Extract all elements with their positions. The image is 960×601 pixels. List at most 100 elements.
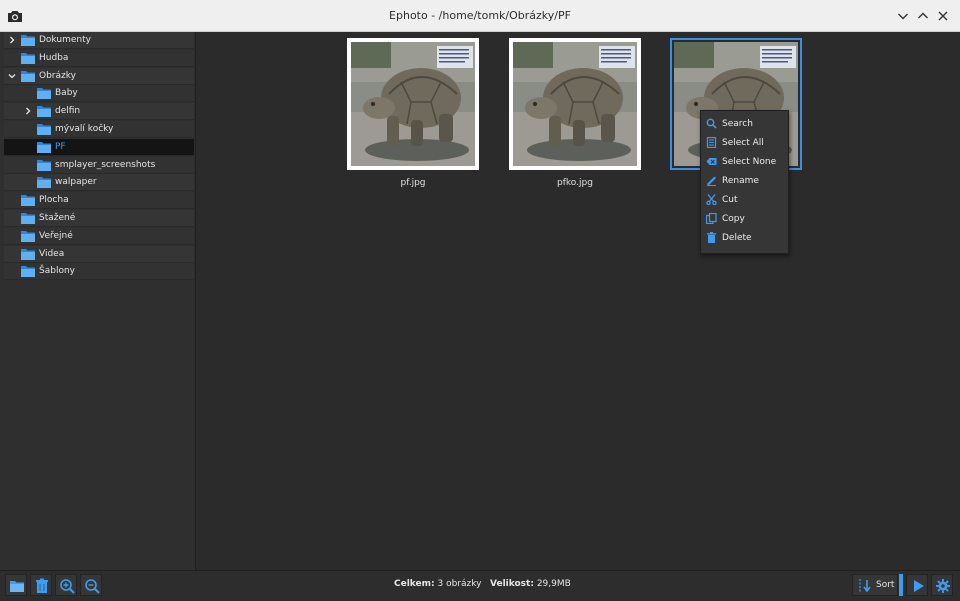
chevron-right-icon[interactable]	[8, 36, 16, 44]
bottom-toolbar: Celkem: 3 obrázky Velikost: 29,9MB Sort	[0, 570, 960, 601]
context-menu-item-copy[interactable]: Copy	[702, 209, 788, 228]
sidebar-item-plocha[interactable]: Plocha	[4, 192, 194, 210]
sidebar-item-videa[interactable]: Videa	[4, 245, 194, 263]
folder-icon	[37, 177, 51, 189]
copy-icon	[706, 213, 717, 224]
status-size-label: Velikost:	[490, 579, 534, 589]
sidebar-item-obrázky[interactable]: Obrázky	[4, 67, 194, 85]
open-folder-icon	[10, 581, 24, 592]
sidebar-item-mývalí-kočky[interactable]: mývalí kočky	[4, 121, 194, 138]
sort-label: Sort	[876, 580, 895, 590]
context-menu-label: Copy	[722, 214, 745, 224]
chevron-right-icon[interactable]	[24, 107, 32, 115]
maximize-button[interactable]	[915, 8, 931, 24]
thumbnail-caption: pf.jpg	[400, 178, 426, 188]
open-folder-button[interactable]	[5, 574, 27, 596]
status-total-label: Celkem:	[394, 579, 435, 589]
sidebar-item-label: Stažené	[39, 213, 76, 223]
context-menu: Search Select All Select None Rename Cut…	[700, 110, 789, 254]
select-all-icon	[706, 137, 717, 148]
context-menu-label: Cut	[722, 195, 738, 205]
sidebar-item-baby[interactable]: Baby	[4, 85, 194, 103]
zoom-in-button[interactable]	[55, 574, 77, 596]
sidebar-item-label: Baby	[55, 88, 78, 99]
folder-icon	[21, 70, 35, 82]
sidebar-item-šablony[interactable]: Šablony	[4, 263, 194, 281]
zoom-out-icon	[85, 579, 100, 594]
thumbnail-frame[interactable]	[347, 38, 479, 170]
close-button[interactable]	[935, 8, 951, 24]
toolbar-separator	[899, 574, 903, 596]
zoom-out-button[interactable]	[80, 574, 102, 596]
context-menu-label: Delete	[722, 233, 752, 243]
context-menu-label: Select None	[722, 157, 777, 167]
folder-icon	[21, 195, 35, 207]
status-total-value: 3 obrázky	[437, 579, 482, 589]
settings-button[interactable]	[931, 574, 953, 596]
sidebar-item-dokumenty[interactable]: Dokumenty	[4, 32, 194, 49]
sidebar-item-pf[interactable]: PF	[4, 138, 194, 156]
rename-icon	[707, 176, 716, 186]
tortoise-statue-image	[351, 42, 475, 166]
sidebar-item-delfin[interactable]: delfin	[4, 103, 194, 121]
status-size-value: 29,9MB	[536, 579, 571, 589]
sidebar-item-label: Hudba	[39, 52, 69, 63]
chevron-down-icon	[898, 13, 908, 20]
context-menu-label: Search	[722, 119, 753, 129]
zoom-in-icon	[60, 579, 75, 594]
tortoise-statue-image	[513, 42, 637, 166]
folder-icon	[21, 35, 35, 46]
context-menu-label: Rename	[722, 176, 759, 186]
sidebar-item-label: smplayer_screenshots	[55, 159, 156, 170]
folder-icon	[21, 230, 35, 242]
sidebar-item-label: walpaper	[55, 177, 97, 188]
folder-icon	[37, 159, 51, 171]
thumbnail-item[interactable]: pfko.jpg	[509, 38, 641, 188]
folder-icon	[21, 266, 35, 278]
thumbnail-caption: pfko.jpg	[557, 178, 593, 188]
folder-tree: Dokumenty Hudba Obrázky Baby delfin mývalí ko…	[0, 32, 196, 570]
folder-icon	[21, 52, 35, 64]
folder-icon	[37, 124, 51, 135]
sidebar-item-veřejné[interactable]: Veřejné	[4, 227, 194, 245]
close-icon	[938, 11, 948, 21]
search-icon	[706, 118, 717, 129]
sidebar-item-hudba[interactable]: Hudba	[4, 49, 194, 67]
sidebar-item-label: Plocha	[39, 195, 69, 206]
thumbnail-item[interactable]: pf.jpg	[347, 38, 479, 188]
sidebar-item-label: Dokumenty	[39, 35, 91, 45]
sidebar-item-stažené[interactable]: Stažené	[4, 210, 194, 227]
delete-button[interactable]	[30, 574, 52, 596]
folder-icon	[37, 141, 51, 153]
cut-icon	[706, 194, 717, 205]
thumbnail-frame[interactable]	[509, 38, 641, 170]
thumbnail-grid: pf.jpg pfko.jpg	[197, 32, 960, 570]
sidebar-item-smplayer_screenshots[interactable]: smplayer_screenshots	[4, 156, 194, 174]
context-menu-item-select-all[interactable]: Select All	[702, 133, 788, 152]
context-menu-item-rename[interactable]: Rename	[702, 171, 788, 190]
status-total: Celkem: 3 obrázky	[394, 579, 481, 589]
context-menu-item-delete[interactable]: Delete	[702, 228, 788, 247]
sidebar-item-label: mývalí kočky	[55, 124, 114, 134]
slideshow-button[interactable]	[906, 574, 928, 596]
context-menu-item-cut[interactable]: Cut	[702, 190, 788, 209]
delete-icon	[36, 578, 48, 593]
sort-button[interactable]: Sort	[852, 574, 898, 596]
context-menu-item-search[interactable]: Search	[702, 114, 788, 133]
sidebar-item-label: Šablony	[39, 266, 75, 277]
chevron-down-icon[interactable]	[8, 72, 16, 80]
title-bar: Ephoto - /home/tomk/Obrázky/PF	[0, 0, 960, 32]
folder-icon	[37, 106, 51, 118]
sidebar-item-label: Videa	[39, 248, 65, 259]
window-title: Ephoto - /home/tomk/Obrázky/PF	[389, 9, 571, 22]
sort-icon	[859, 579, 871, 593]
folder-icon	[37, 88, 51, 100]
minimize-button[interactable]	[895, 8, 911, 24]
sidebar-item-walpaper[interactable]: walpaper	[4, 174, 194, 192]
sidebar-item-label: PF	[55, 141, 66, 152]
sidebar-item-label: Veřejné	[39, 230, 73, 241]
context-menu-label: Select All	[722, 138, 764, 148]
context-menu-item-select-none[interactable]: Select None	[702, 152, 788, 171]
slideshow-play-icon	[914, 580, 924, 592]
status-size: Velikost: 29,9MB	[490, 579, 571, 589]
